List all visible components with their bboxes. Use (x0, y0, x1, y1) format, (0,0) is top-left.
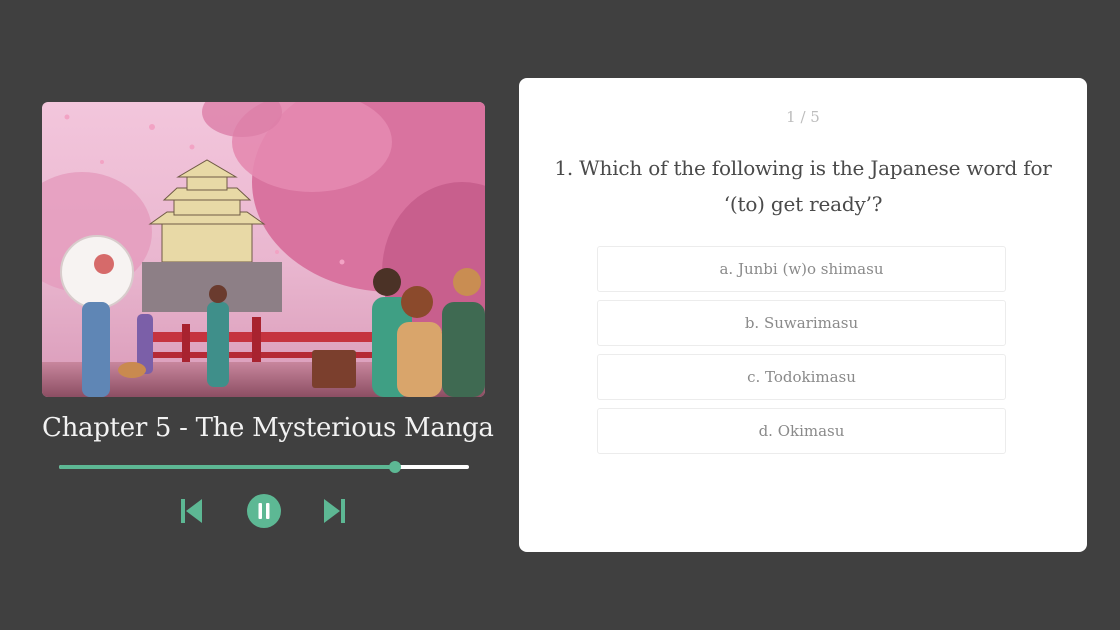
question-text: 1. Which of the following is the Japanes… (554, 156, 1052, 216)
pause-icon (247, 494, 281, 528)
quiz-card: 1 / 5 1. Which of the following is the J… (519, 78, 1087, 552)
answer-option-d[interactable]: d. Okimasu (597, 408, 1006, 454)
skip-previous-button[interactable] (178, 498, 204, 528)
skip-previous-icon (181, 499, 202, 523)
chapter-title: Chapter 5 - The Mysterious Manga (42, 413, 494, 443)
playback-progress-bar[interactable] (59, 459, 469, 475)
answer-option-c[interactable]: c. Todokimasu (597, 354, 1006, 400)
answer-option-b[interactable]: b. Suwarimasu (597, 300, 1006, 346)
answer-option-a[interactable]: a. Junbi (w)o shimasu (597, 246, 1006, 292)
app-stage: Chapter 5 - The Mysterious Manga 1 / 5 1… (0, 0, 1120, 630)
question-counter: 1 / 5 (786, 108, 820, 126)
skip-next-icon (324, 499, 345, 523)
pause-button[interactable] (246, 493, 282, 533)
playback-controls (0, 491, 527, 531)
answer-options: a. Junbi (w)o shimasu b. Suwarimasu c. T… (597, 246, 1006, 462)
chapter-cover-image (42, 102, 485, 397)
progress-knob[interactable] (389, 461, 402, 473)
progress-fill (59, 465, 396, 469)
skip-next-button[interactable] (322, 498, 348, 528)
